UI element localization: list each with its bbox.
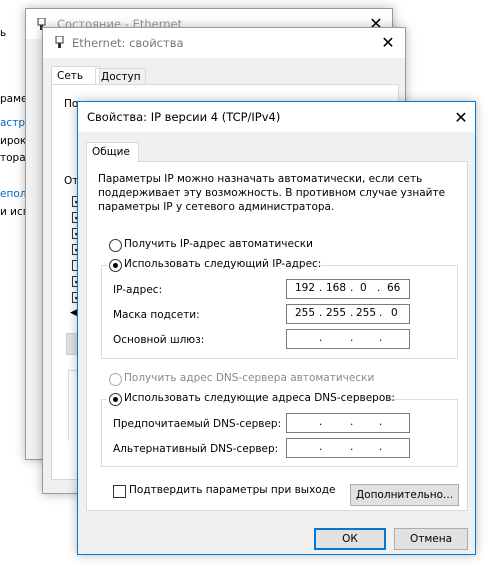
dns-manual-radio[interactable] — [109, 393, 122, 406]
mask-octet: 255 — [326, 307, 347, 319]
ip-manual-row: Использовать следующий IP-адрес: — [107, 256, 321, 272]
close-icon[interactable]: ✕ — [378, 33, 398, 53]
ip-manual-label: Использовать следующий IP-адрес: — [124, 258, 322, 270]
scroll-left-icon[interactable]: ◀ — [70, 308, 77, 318]
cancel-button[interactable]: Отмена — [394, 528, 468, 550]
properties-titlebar: Ethernet: свойства ✕ — [43, 28, 405, 58]
dns-manual-row: Использовать следующие адреса DNS-сервер… — [107, 390, 395, 406]
dns-auto-label: Получить адрес DNS-сервера автоматически — [124, 372, 375, 384]
dns-manual-label: Использовать следующие адреса DNS-сервер… — [124, 392, 395, 404]
close-icon[interactable]: ✕ — [451, 108, 471, 128]
properties-window-title: Ethernet: свойства — [72, 36, 184, 50]
mask-octet: 255 — [295, 307, 316, 319]
tab-sharing[interactable]: Доступ — [95, 68, 146, 85]
description-line: Параметры IP можно назначать автоматичес… — [98, 173, 423, 185]
gateway-label: Основной шлюз: — [113, 334, 205, 346]
ip-auto-radio[interactable] — [109, 239, 122, 252]
gateway-field[interactable]: ... — [286, 329, 410, 349]
subnet-mask-field[interactable]: 255 . 255 . 255 . 0 — [286, 304, 410, 324]
tab-network[interactable]: Сеть — [51, 66, 100, 85]
ip-octet: 192 — [295, 282, 316, 294]
ip-octet: 66 — [387, 282, 401, 294]
preferred-dns-field[interactable]: ... — [286, 413, 410, 433]
dialog-titlebar: Свойства: IP версии 4 (TCP/IPv4) ✕ — [78, 102, 475, 132]
tab-general[interactable]: Общие — [86, 142, 139, 162]
ip-address-field[interactable]: 192 . 168 . 0 . 66 — [286, 279, 410, 299]
description-line: поддерживает эту возможность. В противно… — [98, 187, 446, 199]
general-tab-panel: Параметры IP можно назначать автоматичес… — [86, 161, 468, 511]
ipv4-dialog: Свойства: IP версии 4 (TCP/IPv4) ✕ Общие… — [77, 101, 476, 555]
ethernet-icon — [55, 36, 64, 48]
mask-octet: 0 — [391, 307, 398, 319]
ip-address-label: IP-адрес: — [113, 284, 163, 296]
ip-manual-radio[interactable] — [109, 259, 122, 272]
validate-label: Подтвердить параметры при выходе — [129, 484, 336, 496]
alternate-dns-label: Альтернативный DNS-сервер: — [113, 443, 279, 455]
ip-octet: 168 — [326, 282, 347, 294]
alternate-dns-field[interactable]: ... — [286, 438, 410, 458]
subnet-mask-label: Маска подсети: — [113, 309, 200, 321]
validate-checkbox[interactable] — [113, 485, 126, 498]
description-line: параметры IP у сетевого администратора. — [98, 201, 335, 213]
advanced-button[interactable]: Дополнительно... — [350, 484, 459, 506]
bg-text: ь — [0, 27, 7, 39]
mask-octet: 255 — [356, 307, 377, 319]
preferred-dns-label: Предпочитаемый DNS-сервер: — [113, 418, 282, 430]
ip-auto-label: Получить IP-адрес автоматически — [124, 238, 313, 250]
ok-button[interactable]: ОК — [314, 528, 386, 550]
dns-auto-radio[interactable] — [109, 373, 122, 386]
dialog-title: Свойства: IP версии 4 (TCP/IPv4) — [87, 110, 281, 124]
ip-octet: 0 — [360, 282, 367, 294]
